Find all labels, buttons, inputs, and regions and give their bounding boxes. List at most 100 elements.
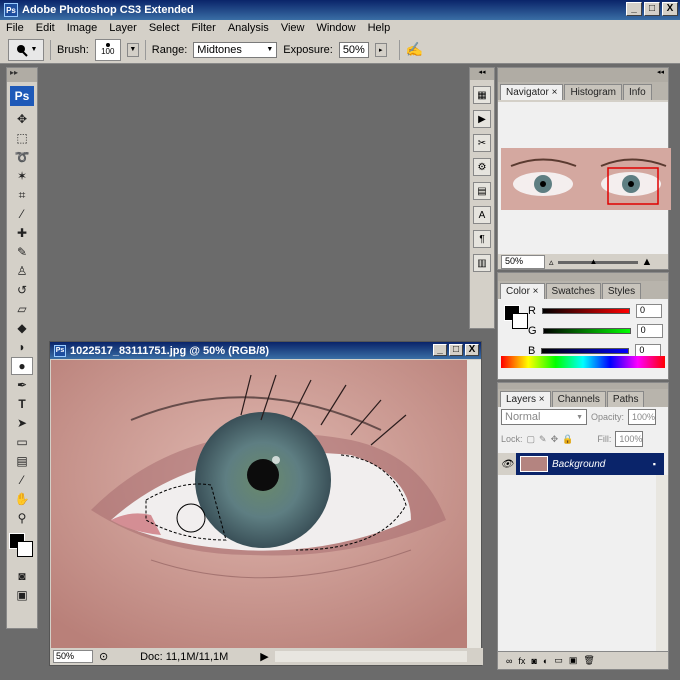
eyedropper-tool-icon[interactable]: ⁄ — [11, 205, 33, 223]
blur-tool-icon[interactable]: ◗ — [11, 338, 33, 356]
status-arrow-icon[interactable]: ▶ — [260, 650, 268, 663]
lock-all-icon[interactable]: 🔒 — [562, 434, 573, 445]
clone-source-icon[interactable]: ⚙ — [473, 158, 491, 176]
green-slider[interactable] — [542, 328, 631, 334]
doc-close-button[interactable]: X — [465, 344, 479, 356]
tab-color[interactable]: Color × — [500, 283, 545, 299]
tab-styles[interactable]: Styles — [601, 283, 642, 299]
exposure-input[interactable]: 50% — [338, 41, 369, 58]
tool-presets-icon[interactable]: ✂ — [473, 134, 491, 152]
tab-paths[interactable]: Paths — [606, 391, 645, 407]
navigator-zoom-slider[interactable]: ▲ — [557, 257, 638, 266]
menu-filter[interactable]: Filter — [185, 22, 221, 34]
layers-scrollbar[interactable] — [656, 475, 668, 655]
panel-grip[interactable]: ◂◂ — [498, 68, 668, 82]
paragraph-icon[interactable]: ¶ — [473, 230, 491, 248]
navigator-zoom-field[interactable]: 50% — [501, 255, 545, 269]
menu-view[interactable]: View — [275, 22, 311, 34]
navigator-thumbnail[interactable] — [501, 148, 671, 210]
brush-tool-icon[interactable]: ✎ — [11, 243, 33, 261]
new-group-icon[interactable]: ▭ — [554, 655, 563, 666]
new-layer-icon[interactable]: ▣ — [569, 655, 578, 666]
fill-field[interactable]: 100% — [615, 431, 644, 447]
zoom-in-icon[interactable]: ▲ — [642, 256, 653, 268]
tab-histogram[interactable]: Histogram — [564, 84, 623, 100]
eyedropper-tool-icon[interactable]: ⁄ — [11, 471, 33, 489]
ps-logo[interactable]: Ps — [10, 86, 34, 106]
type-tool-icon[interactable]: T — [11, 395, 33, 413]
dock-grip[interactable]: ◂◂ — [470, 68, 494, 80]
delete-layer-icon[interactable]: 🗑 — [583, 655, 594, 666]
tool-preset-picker[interactable]: ▼ — [8, 38, 44, 61]
menu-help[interactable]: Help — [362, 22, 397, 34]
maximize-button[interactable]: □ — [644, 2, 660, 16]
blend-mode-select[interactable]: Normal ▼ — [501, 409, 587, 425]
menu-image[interactable]: Image — [61, 22, 104, 34]
layer-mask-icon[interactable]: ◙ — [531, 656, 536, 666]
lock-transparency-icon[interactable]: ▢ — [527, 434, 536, 445]
minimize-button[interactable]: _ — [626, 2, 642, 16]
green-value-field[interactable]: 0 — [636, 324, 663, 338]
doc-minimize-button[interactable]: _ — [433, 344, 447, 356]
airbrush-icon[interactable]: ✍ — [406, 41, 423, 58]
tab-navigator[interactable]: Navigator × — [500, 84, 564, 100]
brush-dropdown-button[interactable]: ▼ — [126, 42, 139, 57]
lasso-tool-icon[interactable]: ➰ — [11, 148, 33, 166]
menu-file[interactable]: File — [0, 22, 30, 34]
menu-layer[interactable]: Layer — [103, 22, 143, 34]
quick-mask-icon[interactable]: ◙ — [11, 567, 33, 585]
image-canvas[interactable] — [51, 360, 469, 650]
history-brush-tool-icon[interactable]: ↺ — [11, 281, 33, 299]
character-icon[interactable]: A — [473, 206, 491, 224]
background-color[interactable] — [17, 541, 33, 557]
eraser-tool-icon[interactable]: ▱ — [11, 300, 33, 318]
menu-analysis[interactable]: Analysis — [222, 22, 275, 34]
path-selection-tool-icon[interactable]: ➤ — [11, 414, 33, 432]
hand-tool-icon[interactable]: ✋ — [11, 490, 33, 508]
brushes-icon[interactable]: ▦ — [473, 86, 491, 104]
red-value-field[interactable]: 0 — [635, 304, 662, 318]
tab-channels[interactable]: Channels — [551, 391, 606, 407]
status-info-icon[interactable]: ⊙ — [99, 650, 108, 663]
zoom-tool-icon[interactable]: ⚲ — [11, 509, 33, 527]
notes-tool-icon[interactable]: ▤ — [11, 452, 33, 470]
brush-picker[interactable]: 100 — [94, 38, 121, 61]
link-layers-icon[interactable]: ∞ — [506, 656, 512, 666]
doc-maximize-button[interactable]: □ — [449, 344, 463, 356]
document-horizontal-scrollbar[interactable] — [274, 651, 467, 662]
layer-row-background[interactable]: 👁 Background ▪ — [498, 453, 664, 475]
actions-icon[interactable]: ▶ — [473, 110, 491, 128]
close-button[interactable]: X — [662, 2, 678, 16]
layer-comps-icon[interactable]: ▤ — [473, 182, 491, 200]
blue-slider[interactable] — [541, 348, 630, 354]
menu-window[interactable]: Window — [310, 22, 361, 34]
screen-mode-icon[interactable]: ▣ — [11, 586, 33, 604]
menu-select[interactable]: Select — [143, 22, 186, 34]
lock-image-icon[interactable]: ✎ — [539, 434, 547, 445]
color-swatches[interactable] — [9, 533, 35, 559]
clone-stamp-tool-icon[interactable]: ♙ — [11, 262, 33, 280]
range-select[interactable]: Midtones ▼ — [193, 41, 278, 58]
magic-wand-tool-icon[interactable]: ✶ — [11, 167, 33, 185]
tab-info[interactable]: Info — [623, 84, 652, 100]
document-vertical-scrollbar[interactable] — [467, 360, 481, 650]
adjustment-layer-icon[interactable]: ◐ — [543, 656, 548, 666]
tab-swatches[interactable]: Swatches — [545, 283, 601, 299]
rectangle-tool-icon[interactable]: ▭ — [11, 433, 33, 451]
document-titlebar[interactable]: Ps 1022517_83111751.jpg @ 50% (RGB/8) _ … — [50, 342, 481, 359]
marquee-tool-icon[interactable]: ⬚ — [11, 129, 33, 147]
crop-tool-icon[interactable]: ⌗ — [11, 186, 33, 204]
move-tool-icon[interactable]: ✥ — [11, 110, 33, 128]
eye-visibility-icon[interactable]: 👁 — [498, 453, 516, 475]
healing-brush-tool-icon[interactable]: ✚ — [11, 224, 33, 242]
paint-bucket-tool-icon[interactable]: ◆ — [11, 319, 33, 337]
document-zoom-field[interactable]: 50% — [53, 650, 93, 663]
opacity-field[interactable]: 100% — [628, 409, 657, 425]
zoom-out-icon[interactable]: ▵ — [549, 257, 554, 268]
menu-edit[interactable]: Edit — [30, 22, 61, 34]
tab-layers[interactable]: Layers × — [500, 391, 551, 407]
exposure-slider-button[interactable]: ▸ — [374, 42, 387, 57]
dodge-tool-icon[interactable]: ● — [11, 357, 33, 375]
lock-position-icon[interactable]: ✥ — [551, 434, 559, 445]
pen-tool-icon[interactable]: ✒ — [11, 376, 33, 394]
